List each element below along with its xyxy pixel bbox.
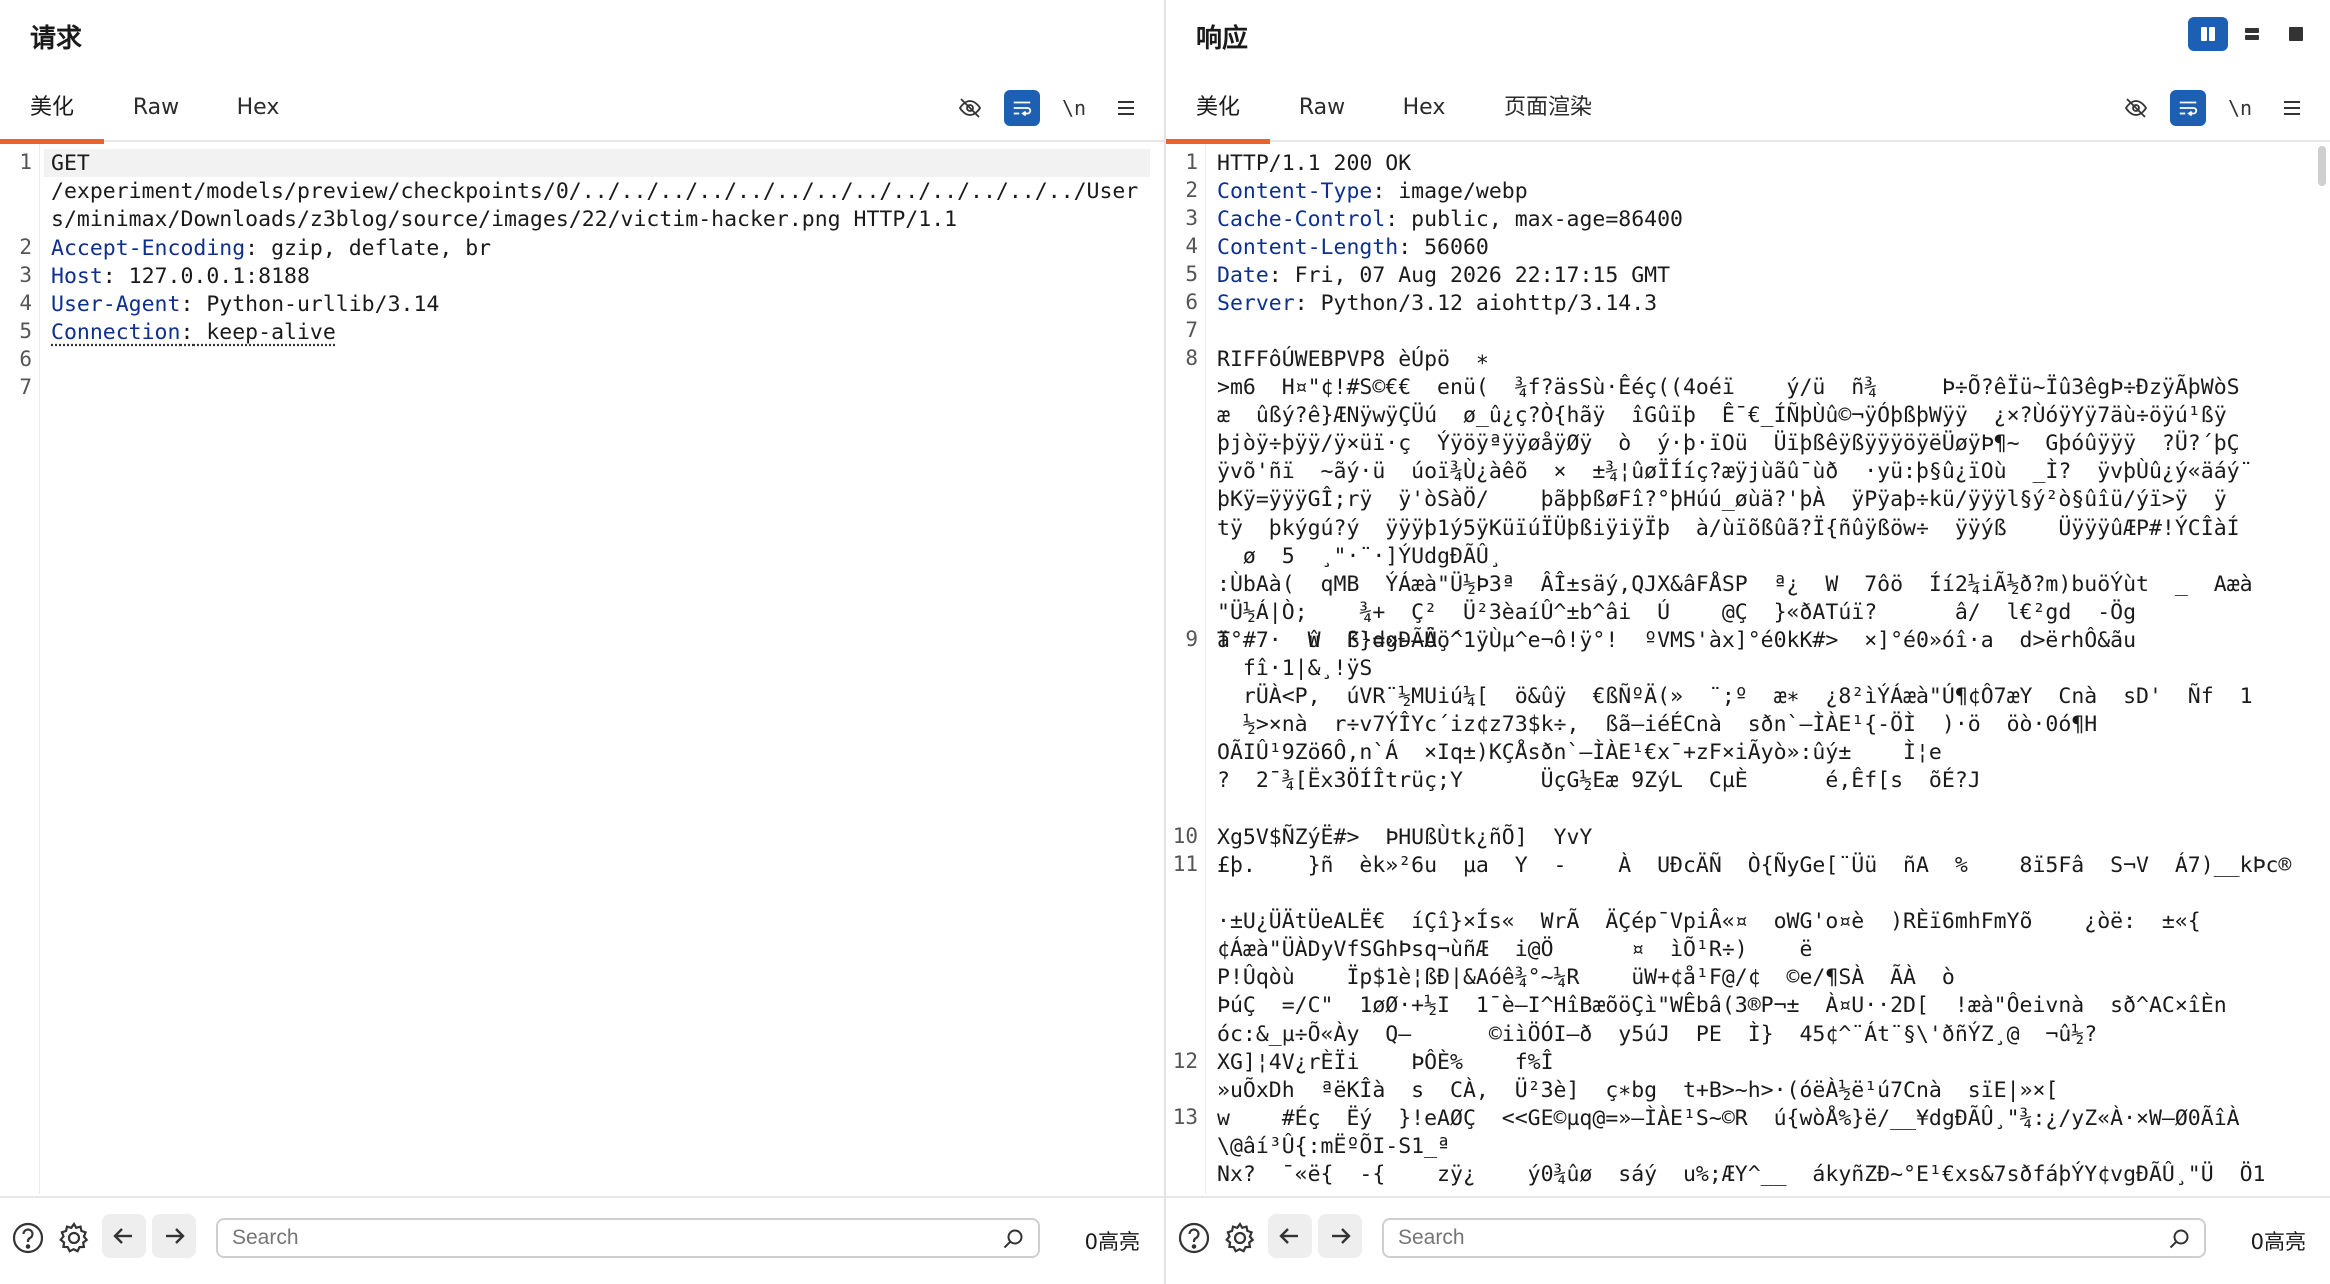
header-value: gzip, deflate, br [258, 236, 492, 261]
arrow-left-icon [113, 1228, 132, 1244]
header-key: Server [1217, 291, 1295, 316]
search-icon [1003, 1229, 1023, 1249]
help-icon[interactable] [8, 1218, 48, 1258]
square-icon [2289, 27, 2303, 41]
eye-off-icon[interactable] [2118, 90, 2154, 126]
header-key: Cache-Control [1217, 207, 1386, 232]
stacked-view-button[interactable] [2232, 17, 2272, 51]
header-key: Host [51, 264, 103, 289]
request-pane: 请求 美化 Raw Hex \n 1 GET /experiment/model… [0, 0, 1164, 1284]
response-editor[interactable]: 1 HTTP/1.1 200 OK 2 Content-Type: image/… [1166, 144, 2330, 1194]
binary-body: T°# W ß¹dgÐÃÛ¸^1ÿÙµ^e¬ô!ÿ°! ºVMS'àx]°é0k… [1217, 628, 2253, 794]
request-search-bar: 0高亮 [0, 1196, 1164, 1284]
response-pane: 响应 美化 Raw Hex 页面渲染 \n 1 HTTP/1.1 200 OK … [1166, 0, 2330, 1284]
response-title: 响应 [1196, 24, 1249, 54]
tab-response-raw[interactable]: Raw [1286, 82, 1358, 142]
previous-match-button[interactable] [102, 1214, 146, 1258]
help-icon[interactable] [1174, 1218, 1214, 1258]
tab-request-raw[interactable]: Raw [120, 82, 192, 142]
next-match-button[interactable] [152, 1214, 196, 1258]
binary-body: RIFFôÚWEBPVP8 èÚpö ∗ >m6 H¤"¢!#S©€€ enü(… [1217, 347, 2253, 653]
search-icon [2169, 1229, 2189, 1249]
response-editor-toolbar: \n [2118, 90, 2310, 126]
word-wrap-icon[interactable] [1004, 90, 1040, 126]
arrow-left-icon [1279, 1228, 1298, 1244]
tab-response-hex[interactable]: Hex [1388, 82, 1460, 142]
eye-off-icon[interactable] [952, 90, 988, 126]
tab-request-pretty[interactable]: 美化 [0, 82, 104, 144]
header-value: keep-alive [193, 320, 336, 345]
gear-icon[interactable] [1220, 1218, 1260, 1258]
header-key: Content-Length [1217, 235, 1399, 260]
header-key: Accept-Encoding [51, 236, 246, 261]
header-value: 127.0.0.1:8188 [115, 264, 310, 289]
response-search-input[interactable] [1382, 1218, 2206, 1258]
tab-request-hex[interactable]: Hex [222, 82, 294, 142]
hamburger-menu-icon[interactable] [2274, 90, 2310, 126]
next-match-button[interactable] [1318, 1214, 1362, 1258]
header-value: 56060 [1411, 235, 1489, 260]
newline-toggle[interactable]: \n [1056, 90, 1092, 126]
request-editor-toolbar: \n [952, 90, 1144, 126]
highlight-count: 0高亮 [1084, 1230, 1140, 1254]
header-value: Python-urllib/3.14 [193, 292, 440, 317]
request-title: 请求 [30, 24, 83, 54]
tab-response-render[interactable]: 页面渲染 [1498, 82, 1598, 142]
status-line: HTTP/1.1 200 OK [1217, 151, 1412, 176]
single-view-button[interactable] [2276, 17, 2316, 51]
gear-icon[interactable] [54, 1218, 94, 1258]
response-search-bar: 0高亮 [1166, 1196, 2330, 1284]
rows-icon [2245, 28, 2259, 40]
editor-scrollbar[interactable] [2318, 146, 2326, 186]
hamburger-menu-icon[interactable] [1108, 90, 1144, 126]
header-value: Fri, 07 Aug 2026 22:17:15 GMT [1281, 263, 1671, 288]
binary-body: £þ. }ñ èk»²6u µa Y - À UÐcÄÑ Ò{ÑyGe[¨Üü … [1217, 853, 2292, 1047]
request-line-text: GET /experiment/models/preview/checkpoin… [51, 151, 1139, 233]
columns-icon [2201, 27, 2215, 41]
request-search-input[interactable] [216, 1218, 1040, 1258]
previous-match-button[interactable] [1268, 1214, 1312, 1258]
binary-body: XG]¦4V¿rÈÏi ÞÔÈ% f%Î »uÕxDh ªëKÎà s CÀ, … [1217, 1050, 2059, 1104]
tab-response-pretty[interactable]: 美化 [1166, 82, 1270, 144]
layout-view-toggle [2188, 17, 2316, 51]
header-value: image/webp [1385, 179, 1528, 204]
binary-body: w #Éç Ëý }!eAØÇ <<GE©µq@=»–ÌÀE¹S~©R ú{wò… [1217, 1106, 2266, 1188]
request-editor[interactable]: 1 GET /experiment/models/preview/checkpo… [0, 144, 1164, 1194]
header-key: User-Agent [51, 292, 181, 317]
header-key: Date [1217, 263, 1269, 288]
word-wrap-icon[interactable] [2170, 90, 2206, 126]
header-value: public, max-age=86400 [1398, 207, 1684, 232]
highlight-count: 0高亮 [2250, 1230, 2306, 1254]
newline-toggle[interactable]: \n [2222, 90, 2258, 126]
arrow-right-icon [1332, 1228, 1351, 1244]
binary-body: Xg5V$ÑZýË#> ÞHUßÙtk¿ñÕ] YvY [1217, 825, 1593, 850]
header-key: Content-Type [1217, 179, 1373, 204]
arrow-right-icon [166, 1228, 185, 1244]
split-view-button[interactable] [2188, 17, 2228, 51]
header-key: Connection [51, 320, 181, 345]
header-value: Python/3.12 aiohttp/3.14.3 [1307, 291, 1658, 316]
